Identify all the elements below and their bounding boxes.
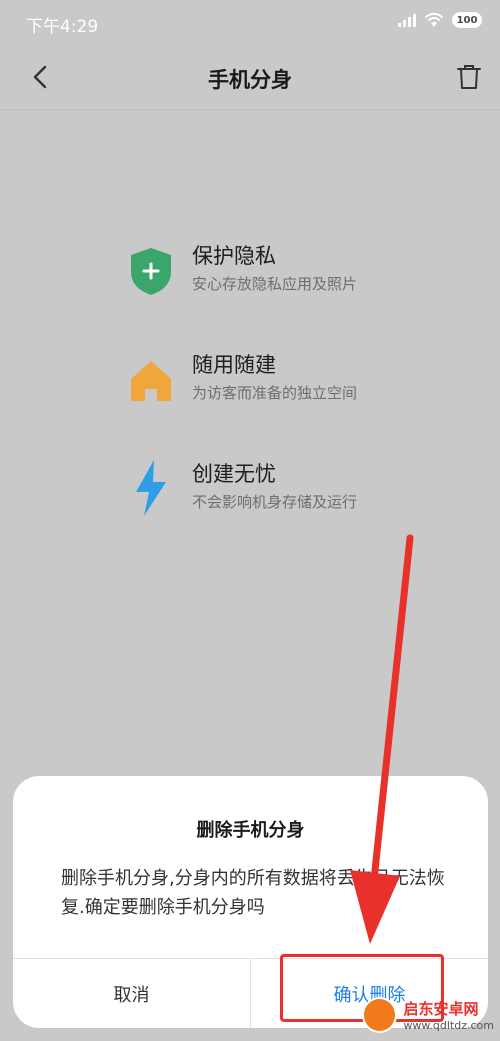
battery-icon: 100 <box>452 12 482 28</box>
feature-title: 创建无忧 <box>192 462 276 486</box>
feature-subtitle: 安心存放隐私应用及照片 <box>192 275 358 293</box>
status-icons: 100 <box>398 12 482 28</box>
trash-icon[interactable] <box>454 62 484 92</box>
feature-subtitle: 为访客而准备的独立空间 <box>192 384 358 402</box>
wifi-icon <box>424 12 444 27</box>
signal-icon <box>398 13 416 27</box>
cancel-button[interactable]: 取消 <box>13 959 250 1028</box>
feature-title: 保护隐私 <box>192 244 276 268</box>
dialog-title: 删除手机分身 <box>196 820 305 841</box>
watermark-url: www.qdltdz.com <box>403 1019 494 1032</box>
feature-privacy: 保护隐私 安心存放隐私应用及照片 <box>128 240 458 310</box>
watermark: 启东安卓网 www.qdltdz.com <box>362 993 494 1037</box>
house-icon <box>131 361 171 401</box>
lightning-bolt-icon <box>136 460 166 516</box>
feature-guest-space: 随用随建 为访客而准备的独立空间 <box>128 349 458 419</box>
feature-subtitle: 不会影响机身存储及运行 <box>192 493 358 511</box>
feature-worry-free: 创建无忧 不会影响机身存储及运行 <box>128 458 458 528</box>
nav-bar: 手机分身 <box>0 44 500 110</box>
page-title: 手机分身 <box>208 68 292 92</box>
watermark-logo-icon <box>362 997 398 1033</box>
watermark-name: 启东安卓网 <box>403 1000 479 1018</box>
dialog-message: 删除手机分身,分身内的所有数据将丢失且无法恢复.确定要删除手机分身吗 <box>61 868 445 918</box>
status-bar: 下午4:29 100 <box>0 0 500 44</box>
status-time: 下午4:29 <box>26 17 99 37</box>
shield-icon <box>131 248 171 295</box>
feature-title: 随用随建 <box>192 353 276 377</box>
